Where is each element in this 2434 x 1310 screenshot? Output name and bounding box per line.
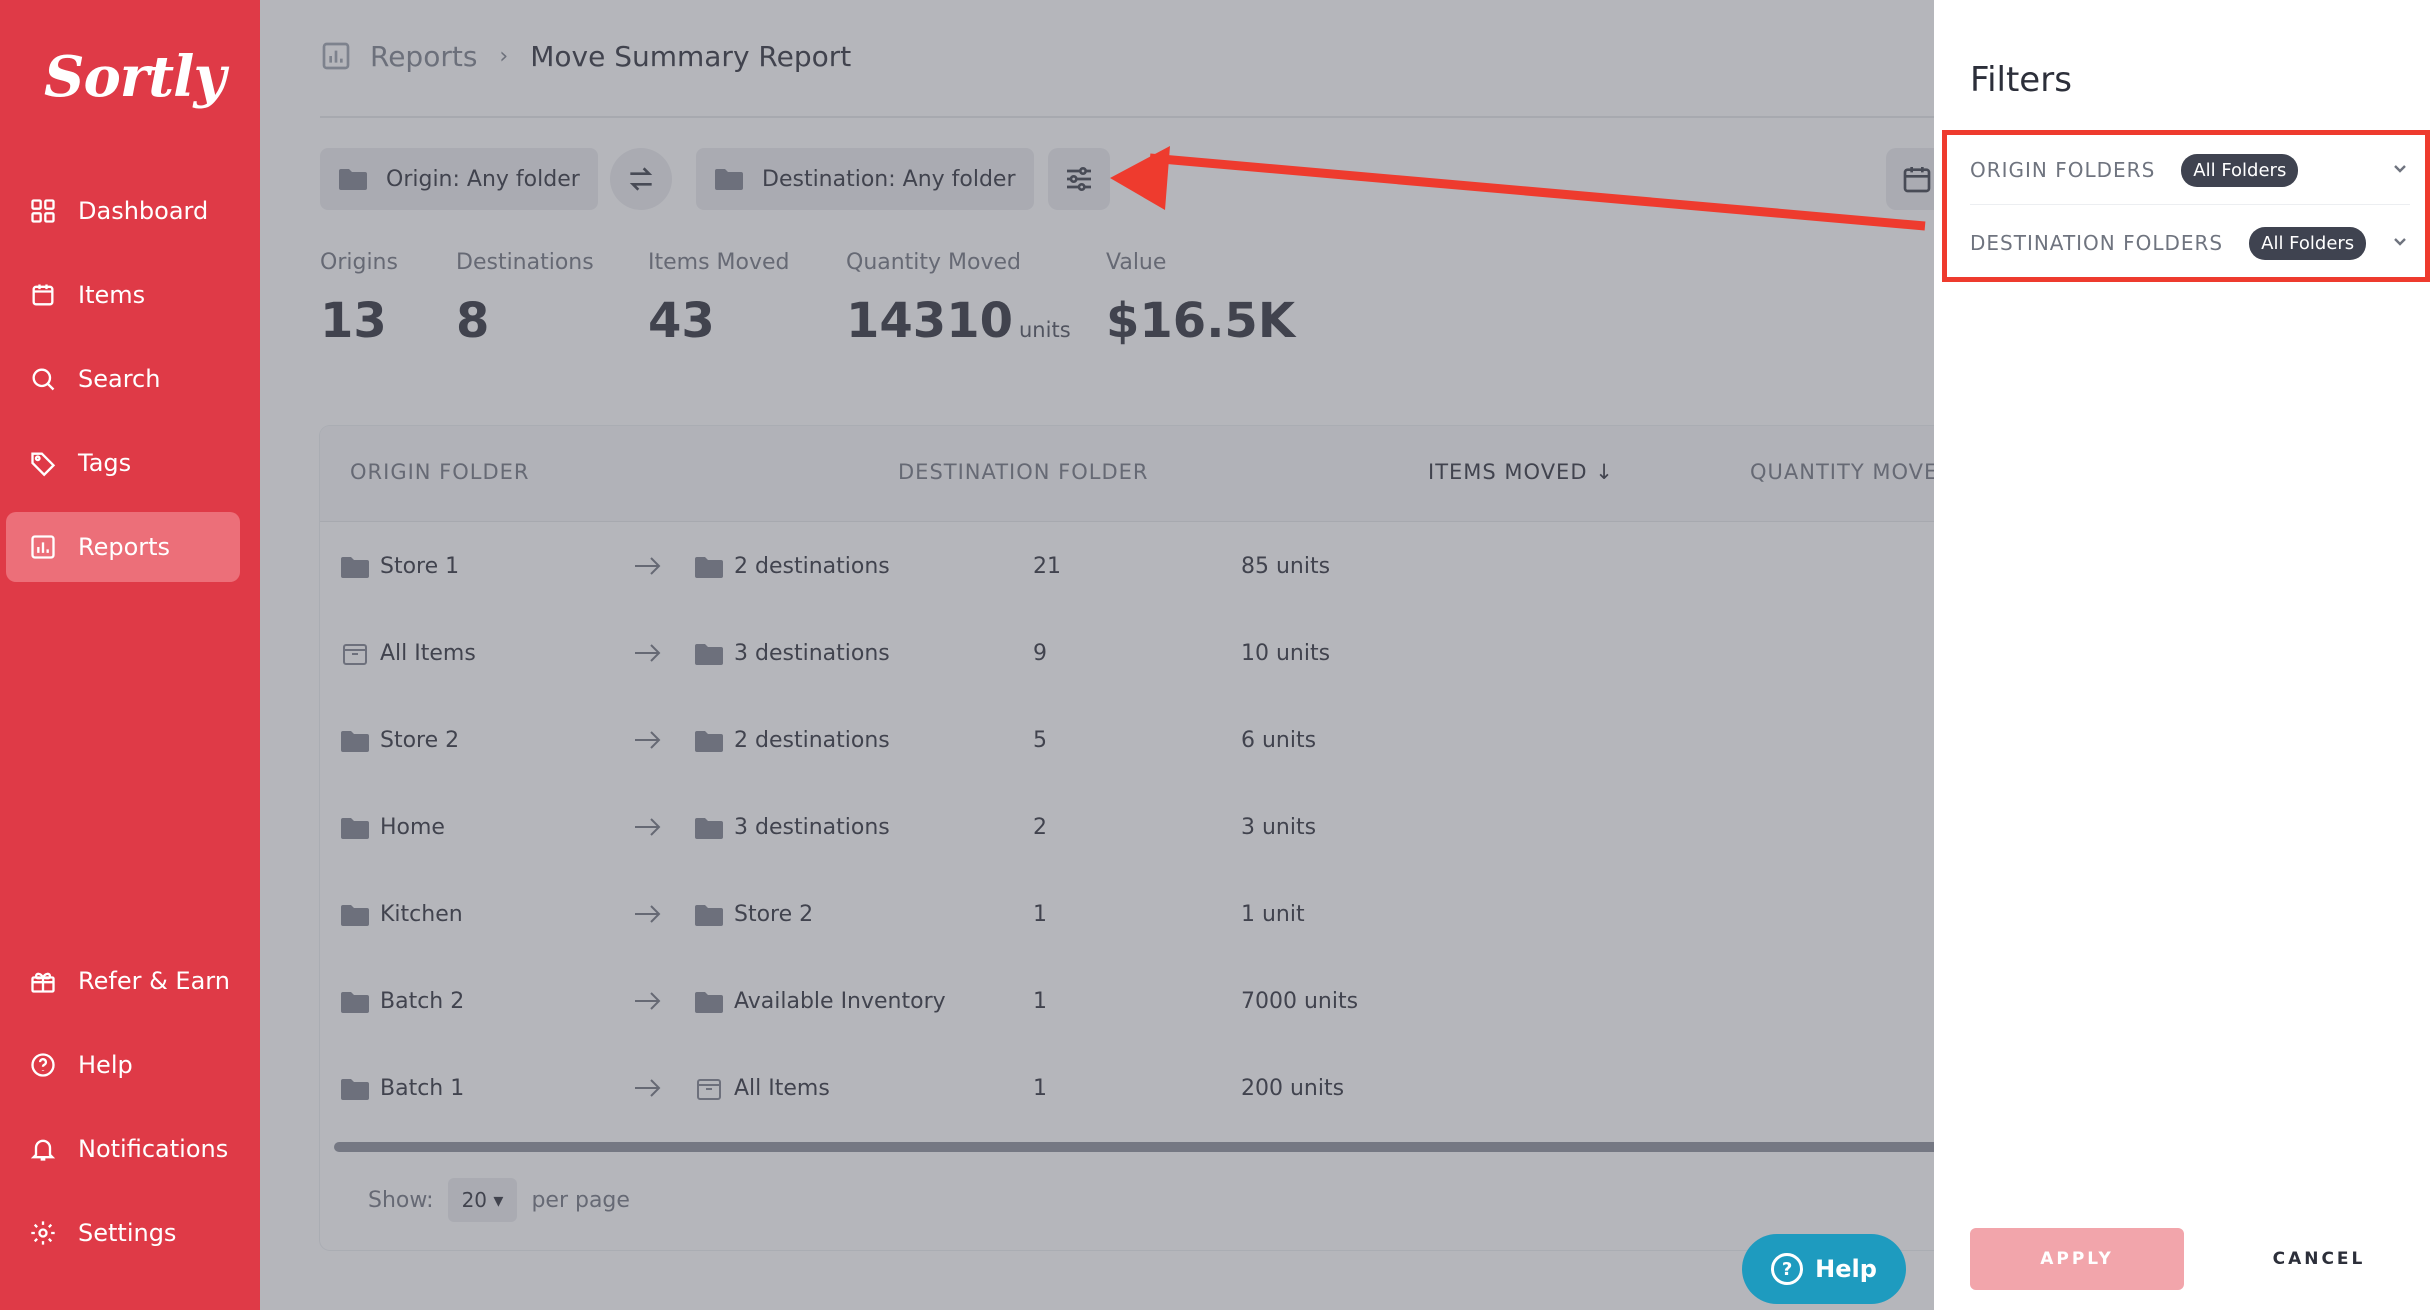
help-icon xyxy=(28,1050,58,1080)
sidebar-item-reports[interactable]: Reports xyxy=(6,512,240,582)
items-icon xyxy=(28,280,58,310)
sidebar-item-notifications[interactable]: Notifications xyxy=(6,1114,240,1184)
sidebar-item-label: Dashboard xyxy=(78,197,209,225)
sidebar: Sortly Dashboard Items Search Tags Repor… xyxy=(0,0,260,1310)
sidebar-item-items[interactable]: Items xyxy=(6,260,240,330)
annotation-highlight-box xyxy=(1942,130,2430,282)
help-button-label: Help xyxy=(1815,1255,1877,1283)
sidebar-item-tags[interactable]: Tags xyxy=(6,428,240,498)
dashboard-icon xyxy=(28,196,58,226)
bell-icon xyxy=(28,1134,58,1164)
reports-icon xyxy=(28,532,58,562)
sidebar-item-label: Settings xyxy=(78,1219,177,1247)
gear-icon xyxy=(28,1218,58,1248)
sidebar-item-dashboard[interactable]: Dashboard xyxy=(6,176,240,246)
sidebar-item-label: Items xyxy=(78,281,146,309)
sidebar-item-search[interactable]: Search xyxy=(6,344,240,414)
sidebar-item-label: Search xyxy=(78,365,161,393)
tag-icon xyxy=(28,448,58,478)
sidebar-item-label: Tags xyxy=(78,449,132,477)
help-button[interactable]: ? Help xyxy=(1742,1234,1906,1304)
filters-title: Filters xyxy=(1970,60,2072,100)
apply-button[interactable]: APPLY xyxy=(1970,1228,2184,1290)
sidebar-item-refer-earn[interactable]: Refer & Earn xyxy=(6,946,240,1016)
sidebar-item-help[interactable]: Help xyxy=(6,1030,240,1100)
sidebar-item-label: Reports xyxy=(78,533,171,561)
sidebar-item-label: Help xyxy=(78,1051,133,1079)
gift-icon xyxy=(28,966,58,996)
help-icon: ? xyxy=(1771,1253,1804,1285)
sidebar-item-settings[interactable]: Settings xyxy=(6,1198,240,1268)
modal-backdrop[interactable] xyxy=(260,0,1934,1310)
search-icon xyxy=(28,364,58,394)
sortly-logo[interactable]: Sortly xyxy=(44,44,226,110)
sidebar-item-label: Refer & Earn xyxy=(78,967,230,995)
cancel-button[interactable]: CANCEL xyxy=(2244,1228,2394,1290)
sidebar-item-label: Notifications xyxy=(78,1135,229,1163)
